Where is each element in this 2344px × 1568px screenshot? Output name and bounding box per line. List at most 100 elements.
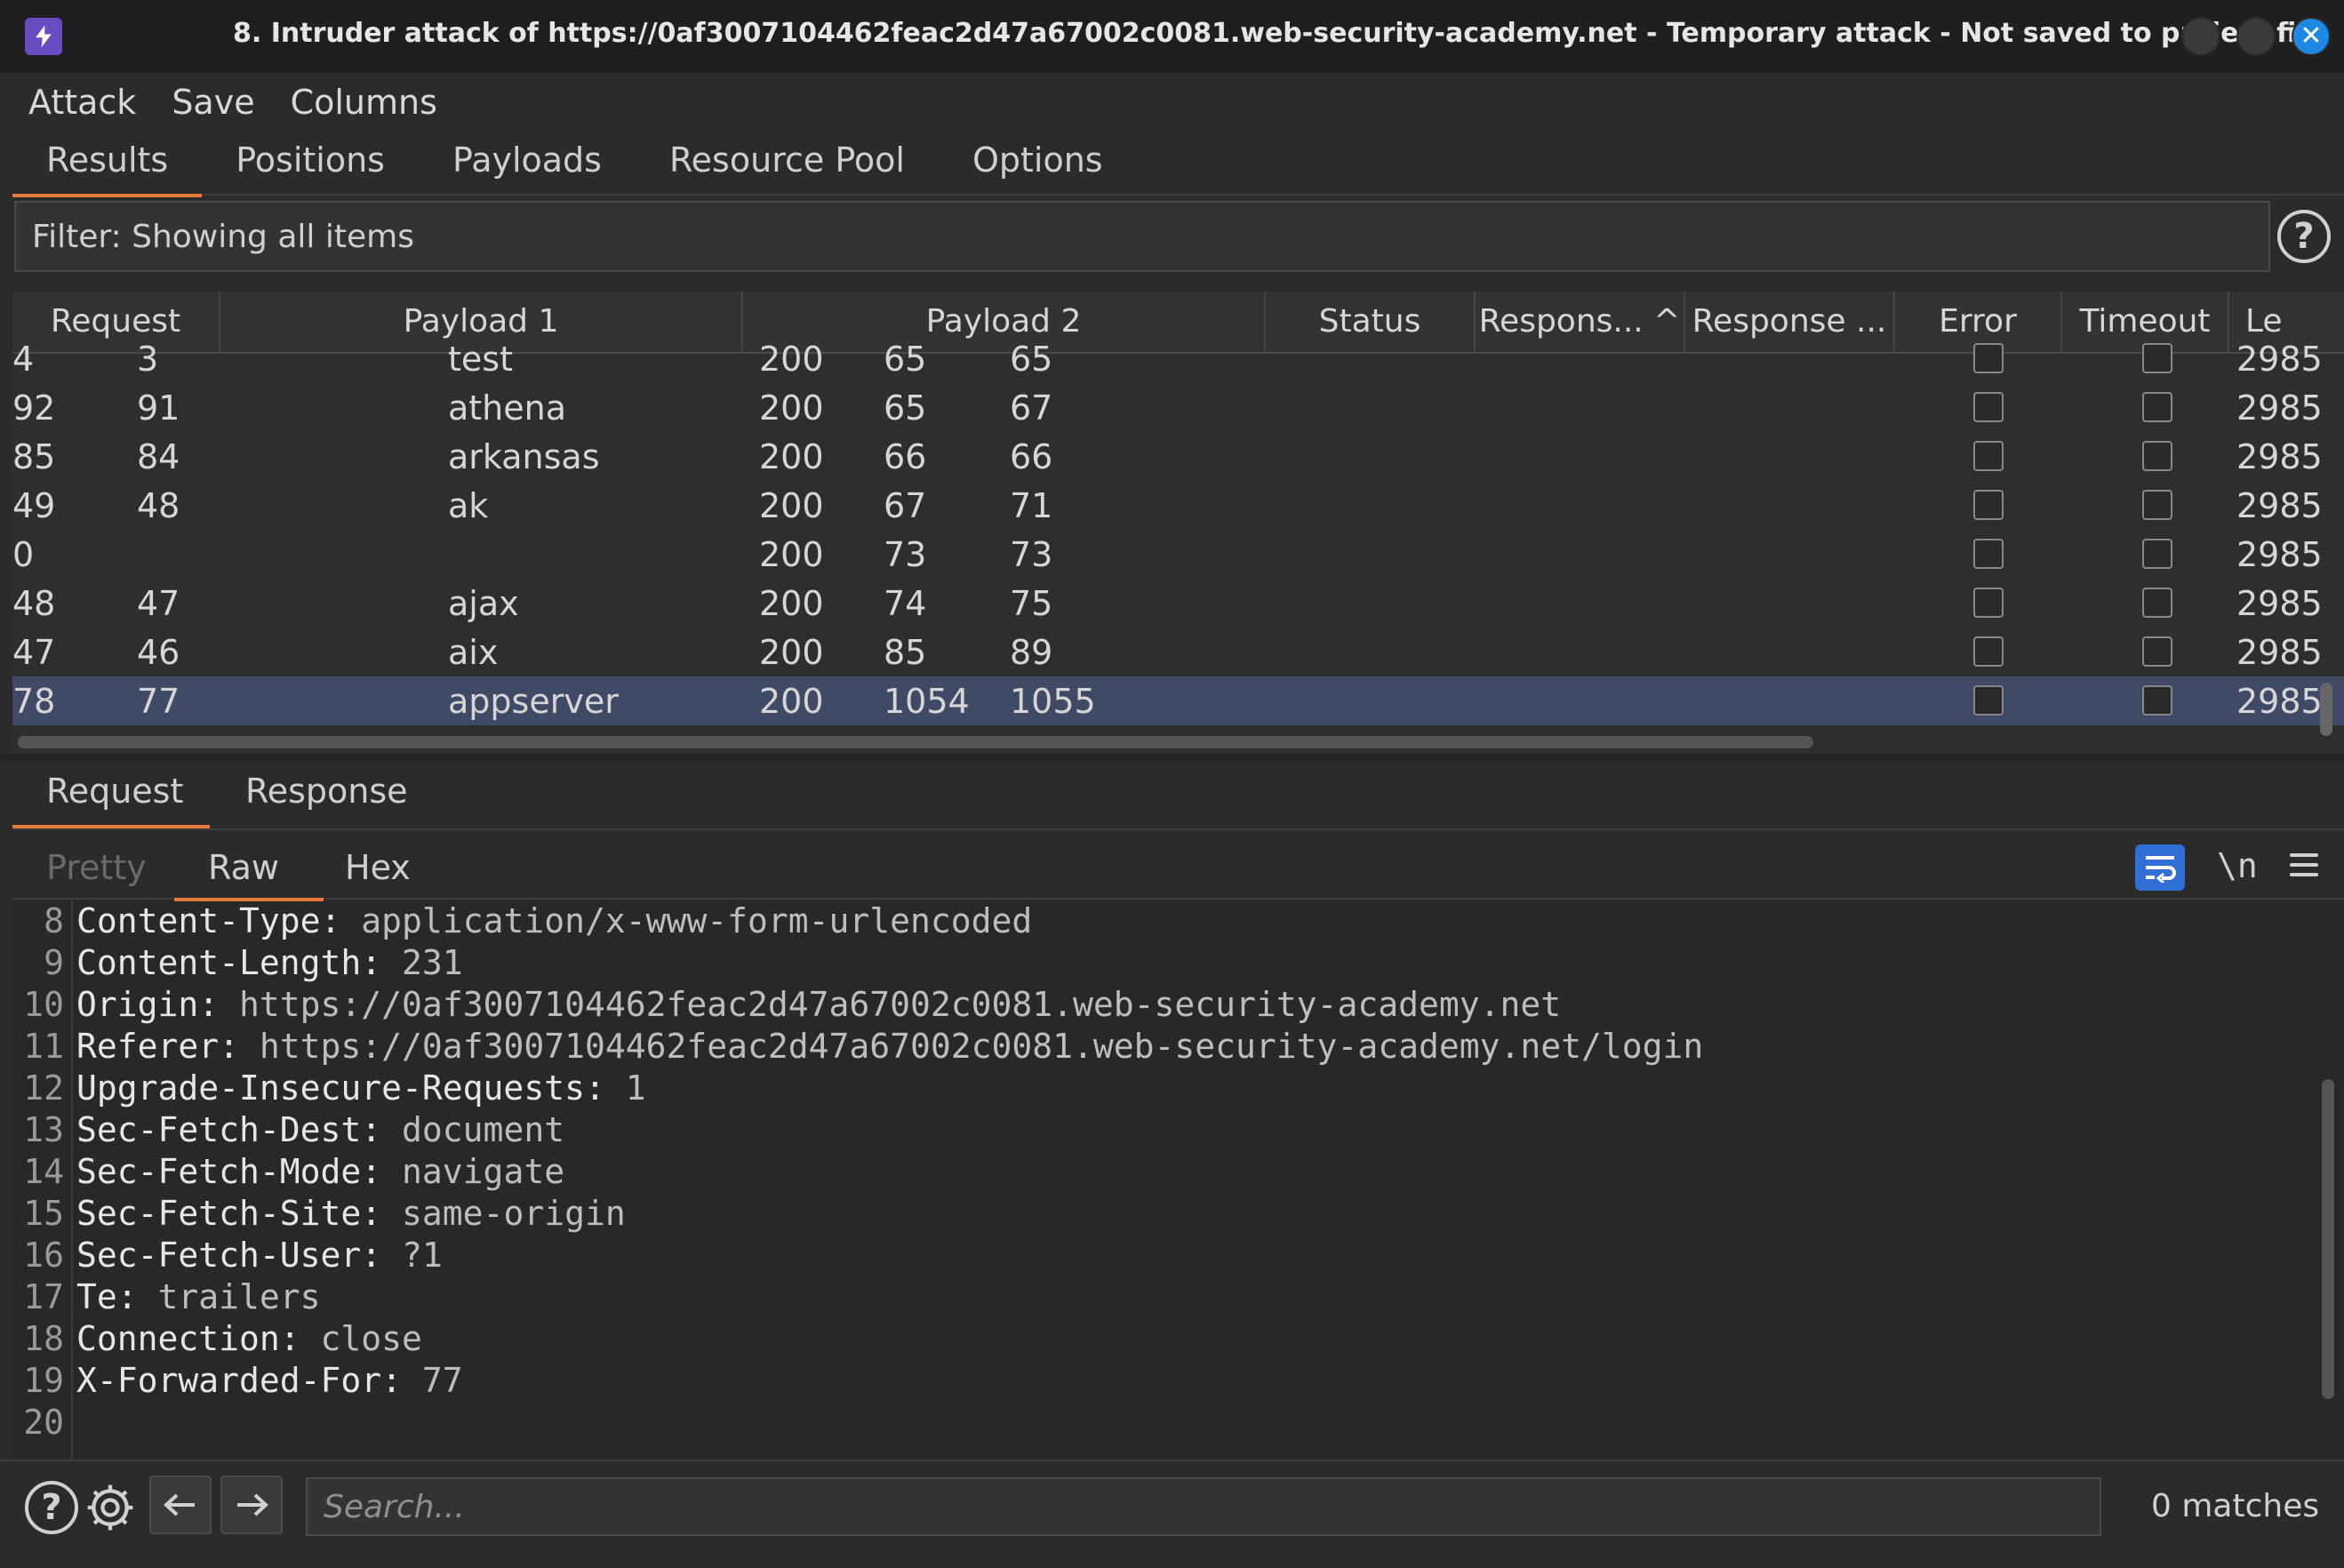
menu-attack[interactable]: Attack bbox=[28, 83, 136, 122]
menu-save[interactable]: Save bbox=[172, 83, 254, 122]
help-icon[interactable]: ? bbox=[25, 1481, 78, 1534]
tab-positions[interactable]: Positions bbox=[202, 132, 419, 194]
table-row[interactable]: 48 47 ajax 200 74 75 2985 bbox=[12, 579, 2344, 628]
error-checkbox bbox=[1973, 588, 2004, 618]
table-row[interactable]: 85 84 arkansas 200 66 66 2985 bbox=[12, 432, 2344, 481]
table-row[interactable]: 78 77 appserver 200 1054 1055 2985 bbox=[12, 676, 2344, 725]
cell-payload-2: appserver bbox=[448, 682, 619, 721]
wrap-lines-icon[interactable] bbox=[2135, 844, 2185, 891]
cell-request: 0 bbox=[12, 535, 35, 574]
cell-status: 200 bbox=[759, 340, 824, 379]
cell-length: 2985 bbox=[2236, 340, 2323, 379]
table-row[interactable]: 49 48 ak 200 67 71 2985 bbox=[12, 481, 2344, 530]
timeout-checkbox bbox=[2142, 343, 2172, 373]
line-code: Sec-Fetch-Site: same-origin bbox=[76, 1194, 626, 1233]
header-name: Te: bbox=[76, 1277, 138, 1316]
horizontal-scrollbar[interactable] bbox=[18, 736, 1813, 748]
maximize-button[interactable] bbox=[2236, 17, 2276, 56]
line-code: Sec-Fetch-Dest: document bbox=[76, 1110, 564, 1149]
cell-payload-2: ajax bbox=[448, 584, 519, 623]
cell-response-completed: 66 bbox=[1010, 437, 1053, 476]
vertical-scrollbar[interactable] bbox=[2320, 683, 2332, 736]
tab-results[interactable]: Results bbox=[12, 132, 203, 197]
line-code: Content-Length: 231 bbox=[76, 943, 463, 982]
gear-icon[interactable] bbox=[82, 1479, 139, 1536]
error-checkbox bbox=[1973, 685, 2004, 716]
cell-response-completed: 67 bbox=[1010, 388, 1053, 428]
tab-hex[interactable]: Hex bbox=[345, 848, 411, 887]
line-code: Upgrade-Insecure-Requests: 1 bbox=[76, 1068, 646, 1108]
timeout-checkbox bbox=[2142, 588, 2172, 618]
previous-match-button[interactable] bbox=[149, 1476, 212, 1534]
close-button[interactable]: ✕ bbox=[2292, 17, 2331, 56]
cell-payload-1: 84 bbox=[137, 437, 180, 476]
tab-pretty[interactable]: Pretty bbox=[46, 848, 147, 887]
tab-response[interactable]: Response bbox=[245, 772, 408, 811]
request-editor[interactable]: 8 Content-Type: application/x-www-form-ur… bbox=[12, 901, 2344, 1458]
table-row[interactable]: 47 46 aix 200 85 89 2985 bbox=[12, 628, 2344, 676]
split-divider[interactable] bbox=[0, 754, 2344, 761]
cell-length: 2985 bbox=[2236, 633, 2323, 672]
table-row[interactable]: 4 3 test 200 65 65 2985 bbox=[12, 334, 2344, 383]
line-number: 13 bbox=[23, 1110, 64, 1149]
line-number: 14 bbox=[23, 1152, 64, 1191]
cell-request: 4 bbox=[12, 340, 35, 379]
cell-payload-1: 77 bbox=[137, 682, 180, 721]
menu-columns[interactable]: Columns bbox=[291, 83, 437, 122]
line-number: 15 bbox=[23, 1194, 64, 1233]
cell-status: 200 bbox=[759, 437, 824, 476]
tab-raw[interactable]: Raw bbox=[208, 848, 279, 887]
hamburger-menu-icon[interactable] bbox=[2290, 853, 2318, 880]
cell-payload-1: 3 bbox=[137, 340, 159, 379]
cell-response-received: 74 bbox=[884, 584, 927, 623]
cell-response-received: 73 bbox=[884, 535, 927, 574]
filter-help-icon[interactable]: ? bbox=[2277, 210, 2331, 263]
cell-length: 2985 bbox=[2236, 437, 2323, 476]
line-number: 19 bbox=[23, 1361, 64, 1400]
tab-options[interactable]: Options bbox=[939, 132, 1137, 194]
results-table: Request Payload 1 Payload 2 Status Respo… bbox=[12, 292, 2344, 754]
tab-request[interactable]: Request bbox=[46, 772, 183, 811]
table-row[interactable]: 92 91 athena 200 65 67 2985 bbox=[12, 383, 2344, 432]
error-checkbox bbox=[1973, 392, 2004, 422]
line-number: 17 bbox=[23, 1277, 64, 1316]
cell-length: 2985 bbox=[2236, 682, 2323, 721]
match-count: 0 matches bbox=[2151, 1488, 2320, 1524]
cell-response-received: 65 bbox=[884, 340, 927, 379]
header-value: 231 bbox=[381, 943, 463, 982]
header-name: Referer: bbox=[76, 1027, 240, 1066]
message-tabs: Request Response bbox=[12, 766, 2344, 830]
line-number: 20 bbox=[23, 1403, 64, 1442]
table-row[interactable]: 0 200 73 73 2985 bbox=[12, 530, 2344, 579]
editor-scrollbar[interactable] bbox=[2322, 1079, 2334, 1399]
title-bar: 8. Intruder attack of https://0af3007104… bbox=[0, 0, 2344, 73]
cell-payload-2: arkansas bbox=[448, 437, 600, 476]
line-code: Te: trailers bbox=[76, 1277, 321, 1316]
minimize-button[interactable] bbox=[2181, 17, 2220, 56]
tab-resource-pool[interactable]: Resource Pool bbox=[636, 132, 939, 194]
header-value: same-origin bbox=[381, 1194, 626, 1233]
timeout-checkbox bbox=[2142, 441, 2172, 471]
header-value: 1 bbox=[604, 1068, 646, 1108]
search-input[interactable] bbox=[306, 1477, 2101, 1536]
header-name: Connection: bbox=[76, 1319, 300, 1358]
cell-response-received: 1054 bbox=[884, 682, 970, 721]
cell-length: 2985 bbox=[2236, 486, 2323, 525]
line-code: Sec-Fetch-User: ?1 bbox=[76, 1236, 443, 1275]
cell-length: 2985 bbox=[2236, 584, 2323, 623]
timeout-checkbox bbox=[2142, 685, 2172, 716]
cell-response-received: 85 bbox=[884, 633, 927, 672]
show-newlines-button[interactable]: \n bbox=[2217, 846, 2258, 885]
line-number: 18 bbox=[23, 1319, 64, 1358]
filter-bar[interactable]: Filter: Showing all items bbox=[14, 201, 2270, 272]
header-value: ?1 bbox=[381, 1236, 443, 1275]
next-match-button[interactable] bbox=[220, 1476, 283, 1534]
cell-response-completed: 73 bbox=[1010, 535, 1053, 574]
tab-payloads[interactable]: Payloads bbox=[419, 132, 636, 194]
error-checkbox bbox=[1973, 636, 2004, 667]
error-checkbox bbox=[1973, 539, 2004, 569]
line-code: Sec-Fetch-Mode: navigate bbox=[76, 1152, 564, 1191]
cell-status: 200 bbox=[759, 682, 824, 721]
header-value: close bbox=[300, 1319, 422, 1358]
search-bar: ? 0 matches bbox=[0, 1460, 2344, 1548]
